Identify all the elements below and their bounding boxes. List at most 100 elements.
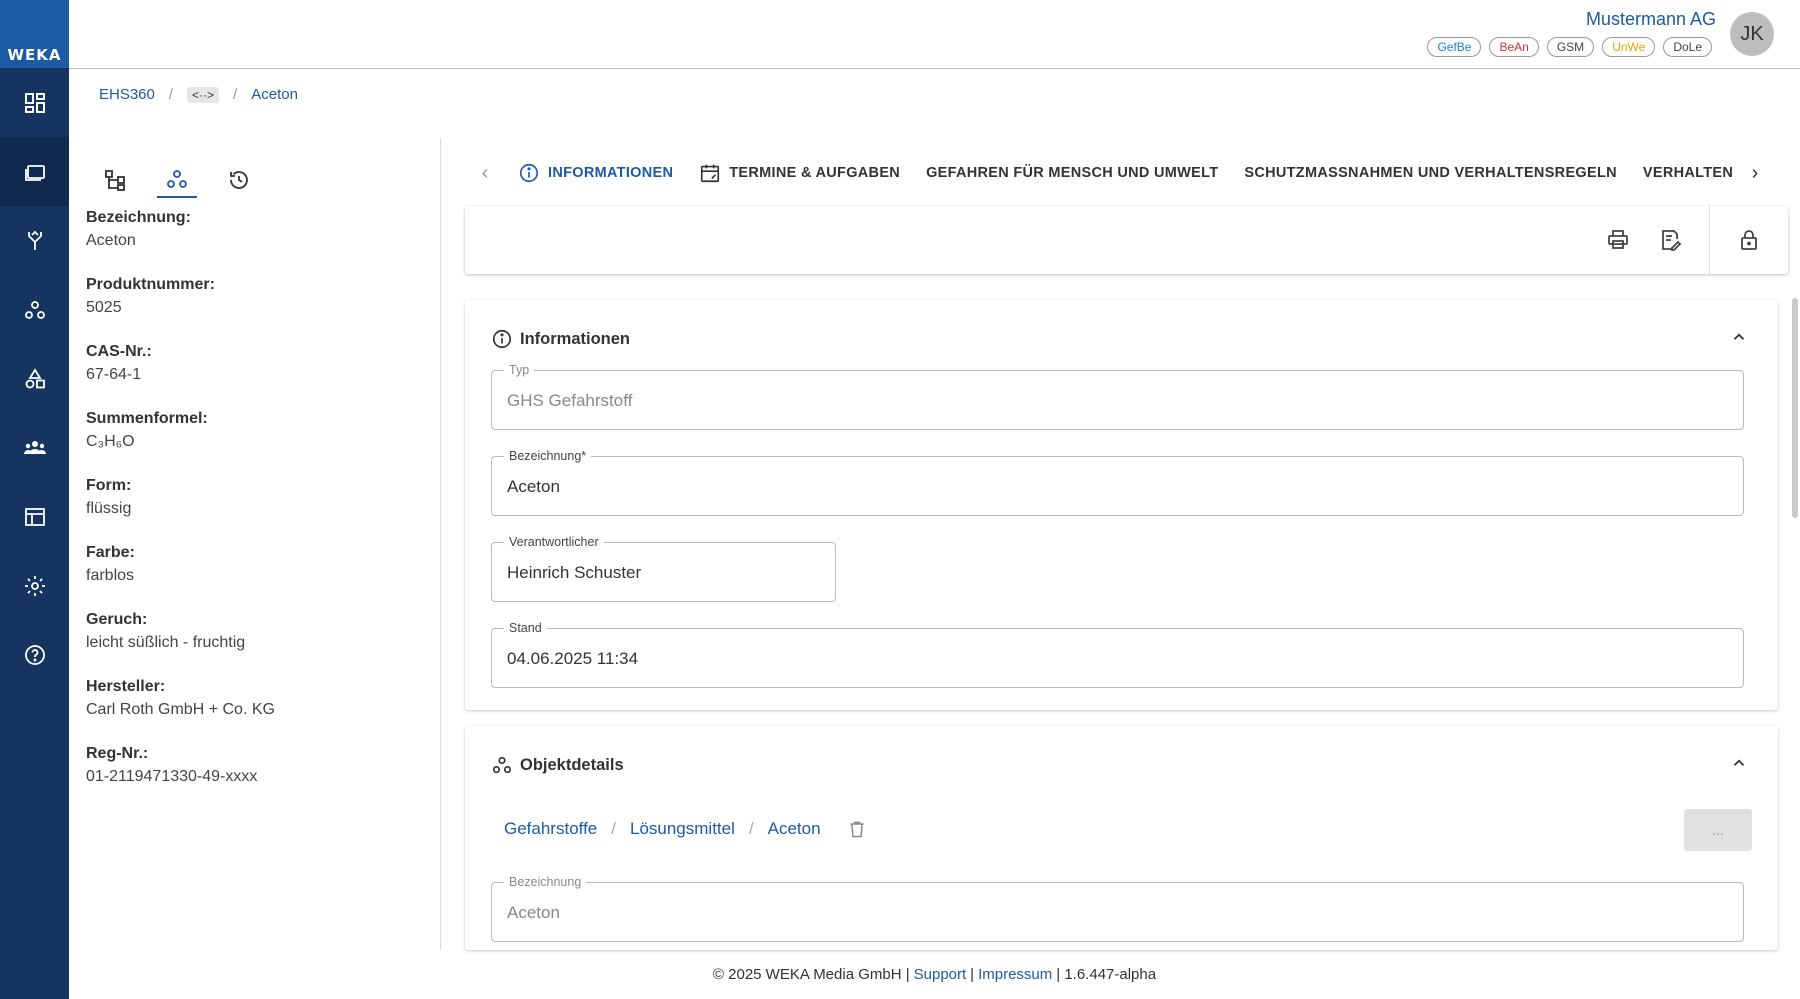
- breadcrumb-current[interactable]: Aceton: [251, 86, 298, 103]
- breadcrumb-code-chip[interactable]: <··>: [187, 86, 220, 103]
- badge-dole[interactable]: DoLe: [1663, 37, 1712, 57]
- field-label: Bezeichnung*: [504, 449, 592, 463]
- tab-objects[interactable]: [157, 162, 197, 198]
- collapse-button[interactable]: [1730, 328, 1748, 351]
- tabs-scroll-right-button[interactable]: ›: [1735, 162, 1775, 185]
- object-bezeichnung-field[interactable]: Bezeichnung Aceton: [491, 875, 1744, 942]
- field-value: Heinrich Schuster: [507, 563, 642, 582]
- badge-gsm[interactable]: GSM: [1546, 37, 1595, 57]
- gear-icon: [24, 575, 45, 596]
- tab-informationen[interactable]: INFORMATIONEN: [505, 162, 686, 184]
- field-value: 5025: [86, 299, 122, 316]
- nav-table[interactable]: [0, 482, 69, 551]
- badge-gefbe[interactable]: GefBe: [1427, 37, 1482, 57]
- breadcrumb-separator: /: [168, 86, 174, 103]
- scrollbar-thumb[interactable]: [1792, 298, 1798, 518]
- summary-field: Geruch: leicht süßlich - fruchtig: [86, 608, 440, 654]
- typ-field[interactable]: Typ GHS Gefahrstoff: [491, 363, 1744, 430]
- nav-shapes[interactable]: [0, 344, 69, 413]
- footer-copyright: © 2025 WEKA Media GmbH |: [712, 966, 910, 983]
- nav-fork[interactable]: [0, 206, 69, 275]
- more-button[interactable]: ...: [1684, 809, 1752, 851]
- tab-schutzmassnahmen[interactable]: SCHUTZMASSNAHMEN UND VERHALTENSREGELN: [1231, 165, 1630, 181]
- tabs-scroll-left-button[interactable]: ‹: [465, 162, 505, 185]
- field-label: Verantwortlicher: [504, 535, 604, 549]
- tab-history[interactable]: [219, 162, 259, 198]
- company-name[interactable]: Mustermann AG: [1586, 9, 1716, 30]
- breadcrumb-root[interactable]: EHS360: [99, 86, 155, 103]
- field-value: 04.06.2025 11:34: [507, 649, 639, 668]
- summary-field: Hersteller: Carl Roth GmbH + Co. KG: [86, 675, 440, 721]
- tab-hierarchy[interactable]: [95, 162, 135, 198]
- field-value: GHS Gefahrstoff: [507, 391, 633, 410]
- detail-tabs: ‹ INFORMATIONEN TERMINE & AUFGABEN GEFAH…: [465, 152, 1775, 194]
- info-icon: [492, 329, 512, 349]
- toolbar-divider: [1709, 206, 1710, 274]
- badge-bean[interactable]: BeAn: [1489, 37, 1539, 57]
- lock-button[interactable]: [1736, 227, 1762, 253]
- footer-impressum-link[interactable]: Impressum: [978, 966, 1052, 983]
- field-value: Aceton: [507, 903, 560, 922]
- object-path-item[interactable]: Lösungsmittel: [630, 819, 735, 839]
- history-icon: [230, 171, 248, 189]
- field-label: Bezeichnung: [86, 209, 186, 226]
- objektdetails-card: Objektdetails Gefahrstoffe / Lösungsmitt…: [465, 726, 1778, 950]
- card-header: Objektdetails: [491, 754, 624, 776]
- object-path-separator: /: [611, 819, 616, 838]
- action-toolbar: [465, 206, 1788, 274]
- field-label: Form: [86, 477, 126, 494]
- fork-icon: [27, 230, 42, 250]
- nav-help[interactable]: [0, 620, 69, 689]
- avatar[interactable]: JK: [1730, 12, 1774, 56]
- field-value: 67-64-1: [86, 366, 142, 383]
- field-value: farblos: [86, 567, 135, 584]
- object-path-item[interactable]: Gefahrstoffe: [504, 819, 597, 839]
- object-path-item[interactable]: Aceton: [768, 819, 821, 839]
- field-label: Reg-Nr.: [86, 745, 143, 762]
- field-label: Typ: [504, 363, 535, 377]
- field-value: flüssig: [86, 500, 132, 517]
- stand-field[interactable]: Stand 04.06.2025 11:34: [491, 621, 1744, 688]
- help-icon: [24, 644, 45, 665]
- field-value: leicht süßlich - fruchtig: [86, 634, 246, 651]
- chevron-up-icon: [1733, 333, 1745, 340]
- badge-unwe[interactable]: UnWe: [1602, 37, 1656, 57]
- edit-document-button[interactable]: [1657, 227, 1683, 253]
- print-button[interactable]: [1605, 227, 1631, 253]
- footer-support-link[interactable]: Support: [914, 966, 967, 983]
- tab-gefahren[interactable]: GEFAHREN FÜR MENSCH UND UMWELT: [913, 165, 1231, 181]
- summary-field: Summenformel: C₃H₆O: [86, 407, 440, 453]
- nav-people[interactable]: [0, 413, 69, 482]
- verantwortlicher-field[interactable]: Verantwortlicher Heinrich Schuster: [491, 535, 836, 602]
- field-value: Aceton: [507, 477, 560, 496]
- summary-field: Farbe: farblos: [86, 541, 440, 587]
- info-icon: [519, 163, 539, 183]
- module-badges: GefBe BeAn GSM UnWe DoLe: [1427, 37, 1712, 57]
- delete-button[interactable]: [847, 819, 867, 839]
- content-scrollbar[interactable]: [1792, 298, 1798, 938]
- breadcrumb-separator: /: [233, 86, 238, 103]
- print-icon: [1608, 230, 1628, 249]
- tab-verhalten[interactable]: VERHALTEN I: [1630, 165, 1735, 181]
- nav-dashboard[interactable]: [0, 68, 69, 137]
- bezeichnung-field[interactable]: Bezeichnung* Aceton: [491, 449, 1744, 516]
- weka-logo[interactable]: WEKA: [0, 0, 69, 68]
- summary-field: Form: flüssig: [86, 474, 440, 520]
- tab-termine-aufgaben[interactable]: TERMINE & AUFGABEN: [686, 162, 913, 184]
- collapse-button[interactable]: [1730, 754, 1748, 777]
- nav-objects[interactable]: [0, 275, 69, 344]
- summary-fields: Bezeichnung: Aceton Produktnummer: 5025 CA…: [69, 198, 440, 788]
- summary-panel-tabs: [69, 138, 440, 198]
- header: Mustermann AG GefBe BeAn GSM UnWe DoLe J…: [69, 0, 1800, 69]
- field-label: Hersteller: [86, 678, 160, 695]
- nav-settings[interactable]: [0, 551, 69, 620]
- footer-separator: |: [970, 966, 975, 983]
- object-path-separator: /: [748, 819, 754, 838]
- edit-document-icon: [1662, 230, 1682, 251]
- chevron-up-icon: [1733, 759, 1745, 766]
- nav-folders[interactable]: [0, 137, 69, 206]
- field-label: Summenformel: [86, 410, 203, 427]
- field-value: Aceton: [86, 232, 136, 249]
- summary-field: CAS-Nr.: 67-64-1: [86, 340, 440, 386]
- informationen-card: Informationen Typ GHS Gefahrstoff Bezeic…: [465, 300, 1778, 710]
